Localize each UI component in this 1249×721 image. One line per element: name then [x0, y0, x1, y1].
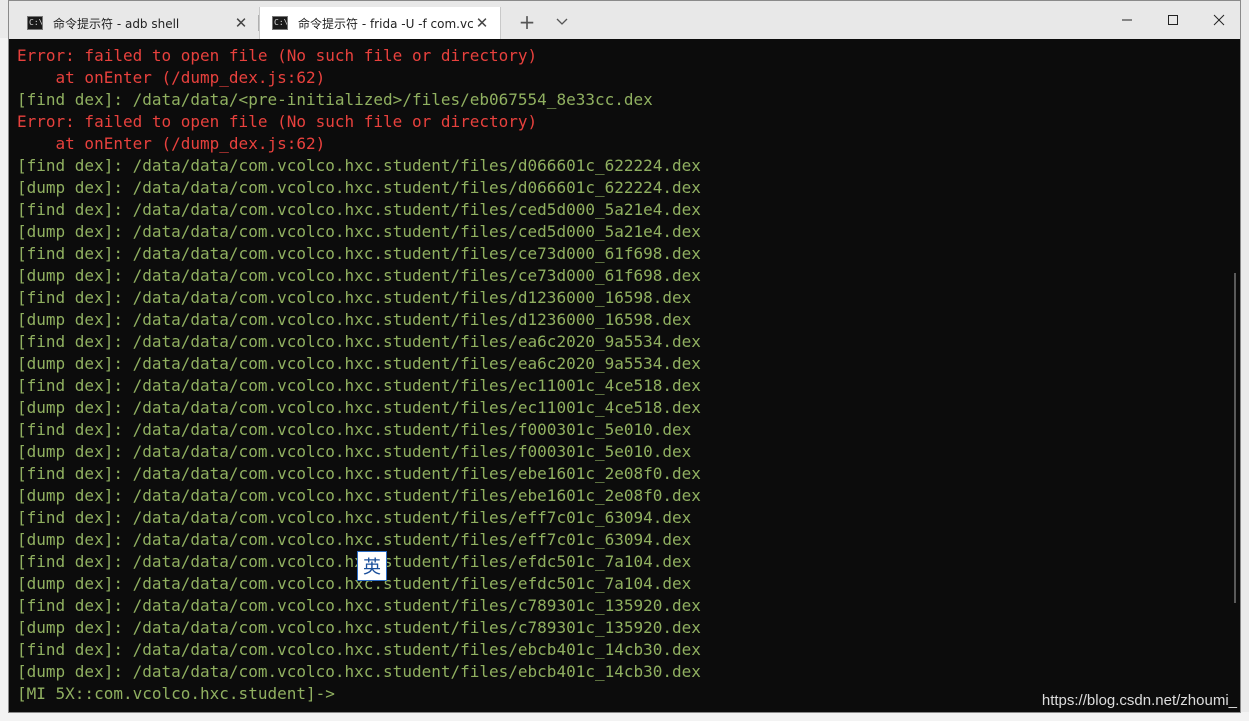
command-prompt: [MI 5X::com.vcolco.hxc.student]-> [17, 684, 335, 703]
error-line: at onEnter (/dump_dex.js:62) [17, 68, 326, 87]
cmd-icon: C:\ [272, 16, 288, 30]
tab-title: 命令提示符 - adb shell [53, 16, 180, 31]
desktop-background-left [0, 38, 8, 721]
output-line: [dump dex]: /data/data/com.vcolco.hxc.st… [17, 486, 701, 505]
watermark: https://blog.csdn.net/zhoumi_ [1041, 692, 1237, 709]
output-line: [find dex]: /data/data/com.vcolco.hxc.st… [17, 596, 701, 615]
output-line: [dump dex]: /data/data/com.vcolco.hxc.st… [17, 222, 701, 241]
tab-adb-shell[interactable]: C:\ 命令提示符 - adb shell ✕ [15, 7, 259, 39]
output-line: [dump dex]: /data/data/com.vcolco.hxc.st… [17, 310, 692, 329]
close-tab-icon[interactable]: ✕ [233, 14, 249, 32]
desktop-background-bottom [0, 712, 1249, 721]
output-line: [dump dex]: /data/data/com.vcolco.hxc.st… [17, 354, 701, 373]
output-line: [find dex]: /data/data/com.vcolco.hxc.st… [17, 288, 692, 307]
error-line: Error: failed to open file (No such file… [17, 112, 538, 131]
terminal-output[interactable]: Error: failed to open file (No such file… [17, 39, 1217, 711]
error-line: Error: failed to open file (No such file… [17, 46, 538, 65]
output-line: [find dex]: /data/data/com.vcolco.hxc.st… [17, 332, 701, 351]
plus-icon: + [518, 10, 536, 34]
minimize-icon [1122, 19, 1132, 21]
output-line: [dump dex]: /data/data/com.vcolco.hxc.st… [17, 662, 701, 681]
output-line: [dump dex]: /data/data/com.vcolco.hxc.st… [17, 266, 701, 285]
output-line: [dump dex]: /data/data/com.vcolco.hxc.st… [17, 574, 692, 593]
output-line: [dump dex]: /data/data/com.vcolco.hxc.st… [17, 530, 692, 549]
output-line: [find dex]: /data/data/com.vcolco.hxc.st… [17, 156, 701, 175]
close-button[interactable] [1196, 1, 1242, 39]
scrollbar[interactable] [1234, 39, 1241, 711]
output-line: [find dex]: /data/data/com.vcolco.hxc.st… [17, 552, 692, 571]
output-line: [find dex]: /data/data/com.vcolco.hxc.st… [17, 200, 701, 219]
maximize-icon [1168, 15, 1178, 25]
new-tab-button[interactable]: + [509, 7, 545, 37]
tab-frida[interactable]: C:\ 命令提示符 - frida -U -f com.vc ✕ [259, 7, 501, 39]
minimize-button[interactable] [1104, 1, 1150, 39]
close-icon [1213, 14, 1225, 26]
output-line: [find dex]: /data/data/com.vcolco.hxc.st… [17, 508, 692, 527]
error-line: at onEnter (/dump_dex.js:62) [17, 134, 326, 153]
output-line: [find dex]: /data/data/com.vcolco.hxc.st… [17, 244, 701, 263]
output-line: [dump dex]: /data/data/com.vcolco.hxc.st… [17, 618, 701, 637]
tab-title: 命令提示符 - frida -U -f com.vc [298, 16, 474, 31]
output-line: [find dex]: /data/data/com.vcolco.hxc.st… [17, 376, 701, 395]
title-bar: C:\ 命令提示符 - adb shell ✕ C:\ 命令提示符 - frid… [9, 1, 1240, 39]
output-line: [find dex]: /data/data/<pre-initialized>… [17, 90, 653, 109]
chevron-down-icon [556, 18, 568, 25]
scrollbar-thumb[interactable] [1234, 273, 1236, 603]
tab-dropdown-button[interactable] [547, 7, 577, 37]
output-line: [dump dex]: /data/data/com.vcolco.hxc.st… [17, 442, 692, 461]
output-line: [dump dex]: /data/data/com.vcolco.hxc.st… [17, 178, 701, 197]
output-line: [find dex]: /data/data/com.vcolco.hxc.st… [17, 640, 701, 659]
ime-mode-indicator[interactable]: 英 [357, 551, 387, 581]
output-line: [dump dex]: /data/data/com.vcolco.hxc.st… [17, 398, 701, 417]
cmd-icon: C:\ [27, 16, 43, 30]
close-tab-icon[interactable]: ✕ [474, 14, 490, 32]
output-line: [find dex]: /data/data/com.vcolco.hxc.st… [17, 420, 692, 439]
terminal-window: C:\ 命令提示符 - adb shell ✕ C:\ 命令提示符 - frid… [8, 0, 1241, 713]
output-line: [find dex]: /data/data/com.vcolco.hxc.st… [17, 464, 701, 483]
maximize-button[interactable] [1150, 1, 1196, 39]
